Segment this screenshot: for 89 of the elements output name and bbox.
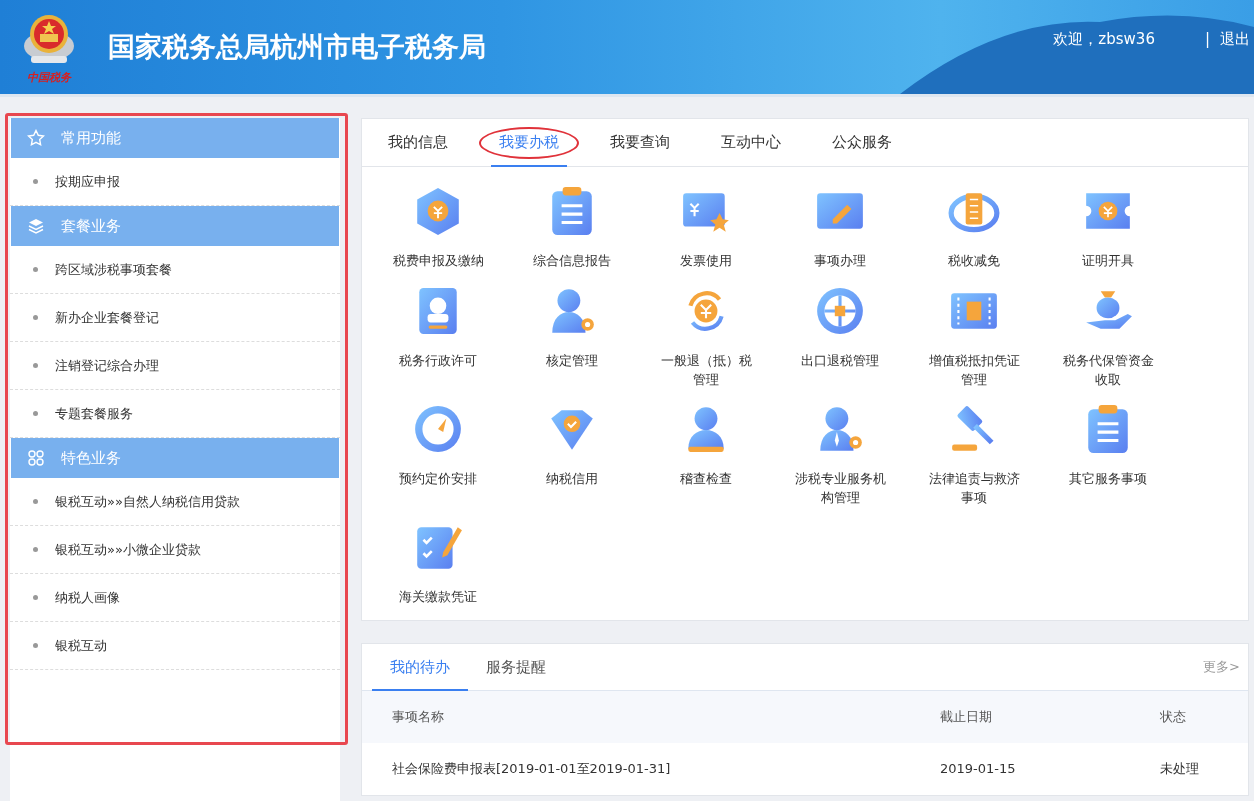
separator-text: | bbox=[1204, 28, 1210, 50]
welcome-text: 欢迎，zbsw36 bbox=[1053, 28, 1155, 50]
tab[interactable]: 我的信息 bbox=[372, 119, 464, 166]
item-label: 跨区域涉税事项套餐 bbox=[55, 260, 172, 279]
tile-label: 税费申报及缴纳 bbox=[392, 252, 484, 270]
service-tile[interactable]: 核定管理 bbox=[505, 285, 639, 403]
service-tile[interactable]: 法律追责与救济 事项 bbox=[907, 403, 1041, 521]
service-tile[interactable]: 稽查检查 bbox=[639, 403, 773, 521]
bullet-icon bbox=[33, 643, 38, 648]
bullet-icon bbox=[33, 595, 38, 600]
item-label: 新办企业套餐登记 bbox=[55, 308, 159, 327]
service-tile[interactable]: 预约定价安排 bbox=[371, 403, 505, 521]
sidebar-item[interactable]: 银税互动»»小微企业贷款 bbox=[10, 526, 340, 574]
table-cell-text: 社会保险费申报表[2019-01-01至2019-01-31] bbox=[392, 760, 672, 779]
tile-label: 核定管理 bbox=[546, 352, 598, 370]
tile-label: 增值税抵扣凭证 管理 bbox=[928, 352, 1020, 389]
item-label: 注销登记综合办理 bbox=[55, 356, 159, 375]
sidebar-item[interactable]: 银税互动 bbox=[10, 622, 340, 670]
column-header: 状态 bbox=[1160, 708, 1187, 727]
bullet-icon bbox=[33, 411, 38, 416]
tile-label: 事项办理 bbox=[814, 252, 866, 270]
tile-label: 出口退税管理 bbox=[801, 352, 879, 370]
section-title: 常用功能 bbox=[61, 127, 121, 149]
tile-label: 发票使用 bbox=[680, 252, 732, 270]
service-tile[interactable]: 综合信息报告 bbox=[505, 185, 639, 285]
tile-label: 税务代保管资金 收取 bbox=[1062, 352, 1154, 389]
sidebar-item[interactable]: 注销登记综合办理 bbox=[10, 342, 340, 390]
table-cell-text: 2019-01-15 bbox=[940, 760, 1017, 779]
service-tile[interactable]: 涉税专业服务机 构管理 bbox=[773, 403, 907, 521]
service-tile[interactable]: 纳税信用 bbox=[505, 403, 639, 521]
tab[interactable]: 服务提醒 bbox=[468, 644, 564, 690]
tile-label: 证明开具 bbox=[1082, 252, 1134, 270]
section-title: 套餐业务 bbox=[61, 215, 121, 237]
bullet-icon bbox=[33, 547, 38, 552]
sidebar-item[interactable]: 银税互动»»自然人纳税信用贷款 bbox=[10, 478, 340, 526]
column-header: 截止日期 bbox=[940, 708, 993, 727]
service-tile[interactable]: 税费申报及缴纳 bbox=[371, 185, 505, 285]
bullet-icon bbox=[33, 363, 38, 368]
sidebar-item[interactable]: 跨区域涉税事项套餐 bbox=[10, 246, 340, 294]
star-icon bbox=[27, 129, 45, 147]
column-header: 事项名称 bbox=[392, 708, 445, 727]
tab[interactable]: 公众服务 bbox=[816, 119, 908, 166]
logo-caption: 中国税务 bbox=[27, 71, 71, 83]
service-tile[interactable]: 税收减免 bbox=[907, 185, 1041, 285]
bullet-icon bbox=[33, 315, 38, 320]
service-tile[interactable]: 一般退（抵）税 管理 bbox=[639, 285, 773, 403]
table-cell-text: 未处理 bbox=[1160, 760, 1200, 779]
section-title: 特色业务 bbox=[61, 447, 121, 469]
tile-label: 税收减免 bbox=[948, 252, 1000, 270]
grid-icon bbox=[27, 449, 45, 467]
service-tile[interactable]: 证明开具 bbox=[1041, 185, 1175, 285]
item-label: 银税互动»»自然人纳税信用贷款 bbox=[55, 492, 240, 511]
item-label: 银税互动»»小微企业贷款 bbox=[55, 540, 201, 559]
site-title: 国家税务总局杭州市电子税务局 bbox=[108, 29, 486, 64]
tab[interactable]: 我的待办 bbox=[372, 644, 468, 690]
tile-label: 法律追责与救济 事项 bbox=[928, 470, 1020, 507]
globe-icon bbox=[814, 285, 866, 337]
bullet-icon bbox=[33, 267, 38, 272]
bullet-icon bbox=[33, 499, 38, 504]
service-tile[interactable]: 事项办理 bbox=[773, 185, 907, 285]
item-label: 专题套餐服务 bbox=[55, 404, 133, 423]
tab[interactable]: 我要查询 bbox=[594, 119, 686, 166]
sidebar-item[interactable]: 新办企业套餐登记 bbox=[10, 294, 340, 342]
sidebar-item[interactable]: 纳税人画像 bbox=[10, 574, 340, 622]
tab[interactable]: 我要办税 bbox=[483, 119, 575, 166]
service-tile[interactable]: 税务代保管资金 收取 bbox=[1041, 285, 1175, 403]
tile-label: 稽查检查 bbox=[680, 470, 732, 488]
tile-label: 纳税信用 bbox=[546, 470, 598, 488]
tile-label: 综合信息报告 bbox=[533, 252, 611, 270]
bullet-icon bbox=[33, 179, 38, 184]
item-label: 按期应申报 bbox=[55, 172, 120, 191]
service-tile[interactable]: 出口退税管理 bbox=[773, 285, 907, 403]
compass-icon bbox=[412, 403, 464, 455]
service-tile[interactable]: 海关缴款凭证 bbox=[371, 521, 505, 639]
tab[interactable]: 互动中心 bbox=[705, 119, 797, 166]
layers-icon bbox=[27, 217, 45, 235]
tile-label: 涉税专业服务机 构管理 bbox=[794, 470, 886, 507]
tile-label: 海关缴款凭证 bbox=[399, 588, 477, 606]
tile-label: 其它服务事项 bbox=[1069, 470, 1147, 488]
item-label: 纳税人画像 bbox=[55, 588, 120, 607]
tile-label: 一般退（抵）税 管理 bbox=[660, 352, 752, 389]
service-tile[interactable]: 其它服务事项 bbox=[1041, 403, 1175, 521]
service-tile[interactable]: 税务行政许可 bbox=[371, 285, 505, 403]
item-label: 银税互动 bbox=[55, 636, 107, 655]
logout-link[interactable]: 退出 bbox=[1220, 27, 1250, 51]
tile-label: 预约定价安排 bbox=[399, 470, 477, 488]
service-tile[interactable]: 增值税抵扣凭证 管理 bbox=[907, 285, 1041, 403]
tile-label: 税务行政许可 bbox=[399, 352, 477, 370]
service-tile[interactable]: 发票使用 bbox=[639, 185, 773, 285]
